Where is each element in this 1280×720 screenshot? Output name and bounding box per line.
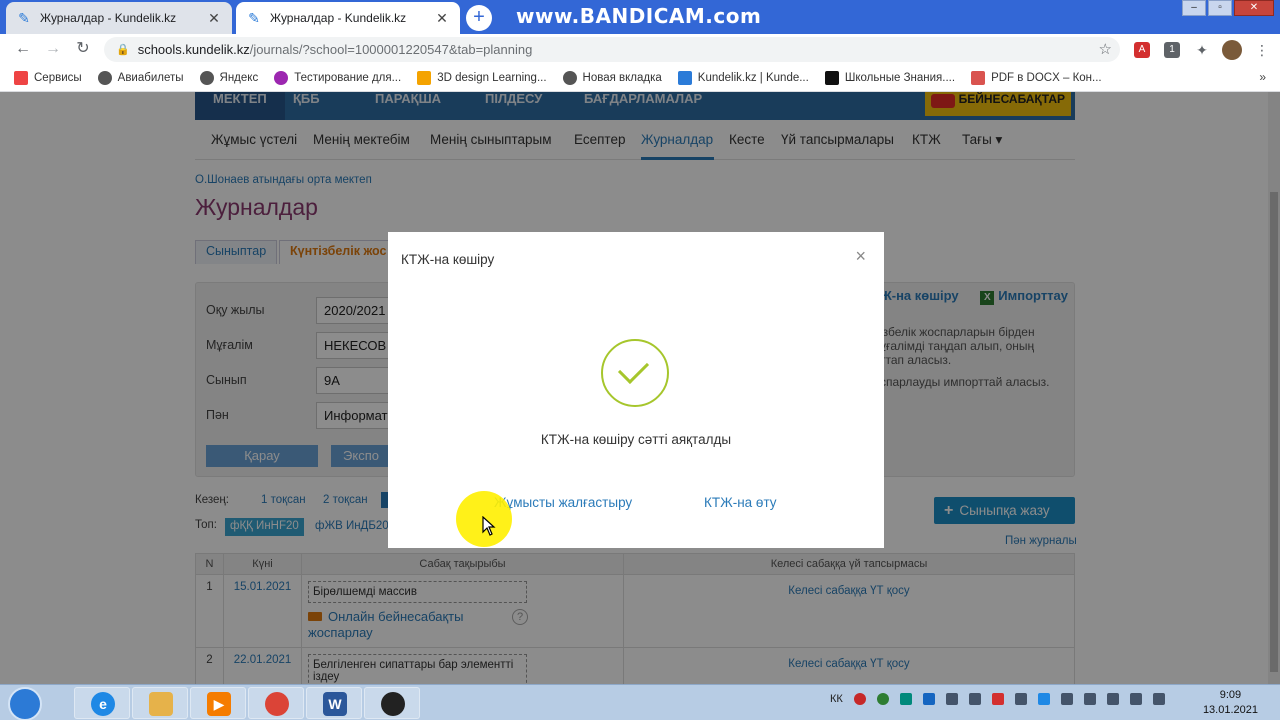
battery-icon[interactable] (1083, 693, 1096, 705)
bookmark-star-icon[interactable]: ☆ (1099, 40, 1112, 58)
grid-icon (417, 70, 432, 85)
url-host: schools.kundelik.kz (137, 42, 250, 57)
back-icon[interactable]: ← (12, 38, 34, 60)
folder-icon (149, 692, 173, 716)
puzzle-icon[interactable]: ✦ (1194, 42, 1210, 58)
bluetooth-icon[interactable] (1152, 693, 1165, 705)
taskbar-bandicam[interactable] (364, 687, 420, 719)
flag-icon[interactable] (1060, 693, 1073, 705)
bookmark-item[interactable]: 3D design Learning... (417, 70, 547, 85)
word-icon: W (323, 692, 347, 716)
close-icon[interactable]: × (855, 246, 866, 267)
browser-tabbar: ✎ Журналдар - Kundelik.kz ✕ ✎ Журналдар … (0, 0, 1280, 34)
taskbar-chrome[interactable] (248, 687, 304, 719)
bookmark-item[interactable]: Школьные Знания.... (824, 70, 955, 85)
kundelik-icon: ✎ (248, 9, 260, 26)
close-icon[interactable]: ✕ (434, 10, 450, 27)
kundelik-icon (677, 70, 692, 85)
media-player-icon: ▶ (207, 692, 231, 716)
lock-icon: 🔒 (116, 44, 130, 56)
cloud-icon[interactable] (922, 693, 935, 705)
browser-toolbar: ← → ↻ 🔒 schools.kundelik.kz/journals/?sc… (0, 34, 1280, 64)
window-controls: – ▫ ✕ (1180, 0, 1274, 16)
bookmark-item[interactable]: Kundelik.kz | Kunde... (677, 70, 809, 85)
ie-icon: e (91, 692, 115, 716)
pdf-icon (971, 70, 986, 85)
apps-grid-icon (14, 70, 28, 85)
bookmarks-overflow-button[interactable]: » (1259, 70, 1266, 84)
dialog-title: КТЖ-на көшіру (401, 252, 495, 267)
windows-taskbar: e ▶ W КК 9:09 13.01.2021 (0, 684, 1280, 720)
clock-date: 13.01.2021 (1202, 704, 1258, 716)
go-to-ktzh-button[interactable]: КТЖ-на өту (704, 495, 777, 510)
new-tab-button[interactable]: + (466, 5, 492, 31)
chrome-icon (265, 692, 289, 716)
recorder-watermark: www.BANDICAM.com (516, 4, 762, 28)
close-icon[interactable]: ✕ (206, 10, 222, 27)
kundelik-icon: ✎ (18, 9, 30, 26)
clock-time: 9:09 (1219, 689, 1242, 701)
bookmark-item[interactable]: Авиабилеты (97, 70, 184, 85)
browser-tab-2[interactable]: ✎ Журналдар - Kundelik.kz ✕ (236, 2, 460, 34)
globe-icon (562, 70, 577, 85)
browser-tab-1[interactable]: ✎ Журналдар - Kundelik.kz ✕ (6, 2, 232, 34)
minimize-button[interactable]: – (1182, 0, 1206, 16)
taskbar-word[interactable]: W (306, 687, 362, 719)
record-icon[interactable] (853, 693, 866, 705)
sync-icon[interactable] (1037, 693, 1050, 705)
keyboard-icon[interactable] (1014, 693, 1027, 705)
language-indicator[interactable]: КК (830, 693, 843, 705)
extension-icon[interactable]: 1 (1164, 42, 1180, 58)
url-path: /journals/?school=1000001220547&tab=plan… (249, 42, 533, 57)
success-message: КТЖ-на көшіру сәтті аяқталды (540, 432, 732, 447)
address-bar[interactable]: 🔒 schools.kundelik.kz/journals/?school=1… (104, 37, 1120, 62)
forward-icon[interactable]: → (42, 38, 64, 60)
tab-title: Журналдар - Kundelik.kz (40, 11, 177, 25)
network-icon[interactable] (899, 693, 912, 705)
clock[interactable]: 9:09 13.01.2021 (1203, 688, 1258, 718)
bookmark-item[interactable]: Новая вкладка (562, 70, 662, 85)
window-close-button[interactable]: ✕ (1234, 0, 1274, 16)
bandicam-icon (381, 692, 405, 716)
signal-icon[interactable] (1106, 693, 1119, 705)
check-icon[interactable] (876, 693, 889, 705)
volume-icon[interactable] (1129, 693, 1142, 705)
taskbar-ie[interactable]: e (74, 687, 130, 719)
tab-title: Журналдар - Kundelik.kz (270, 11, 407, 25)
avatar[interactable] (1222, 40, 1242, 60)
mouse-cursor-icon (482, 516, 496, 536)
usb-icon[interactable] (945, 693, 958, 705)
globe-icon (97, 70, 112, 85)
acrobat-extension-icon[interactable]: A (1134, 42, 1150, 58)
maximize-button[interactable]: ▫ (1208, 0, 1232, 16)
system-tray: КК (830, 693, 1165, 705)
bookmarks-bar: Сервисы Авиабилеты Яндекс Тестирование д… (0, 64, 1280, 92)
continue-work-button[interactable]: Жұмысты жалғастыру (494, 495, 632, 510)
taskbar-media[interactable]: ▶ (190, 687, 246, 719)
globe-icon (199, 70, 214, 85)
bookmark-item[interactable]: Яндекс (199, 70, 258, 85)
menu-kebab-icon[interactable]: ⋮ (1254, 42, 1270, 58)
test-icon (274, 70, 289, 85)
reload-icon[interactable]: ↻ (72, 38, 94, 60)
znanija-icon (824, 70, 839, 85)
bookmark-item[interactable]: PDF в DOCX – Кон... (971, 70, 1102, 85)
bookmark-item[interactable]: Тестирование для... (274, 70, 401, 85)
display-icon[interactable] (968, 693, 981, 705)
taskbar-explorer[interactable] (132, 687, 188, 719)
start-button[interactable] (8, 687, 42, 720)
antivirus-icon[interactable] (991, 693, 1004, 705)
success-check-icon (601, 339, 669, 407)
bookmark-item[interactable]: Сервисы (14, 70, 82, 85)
